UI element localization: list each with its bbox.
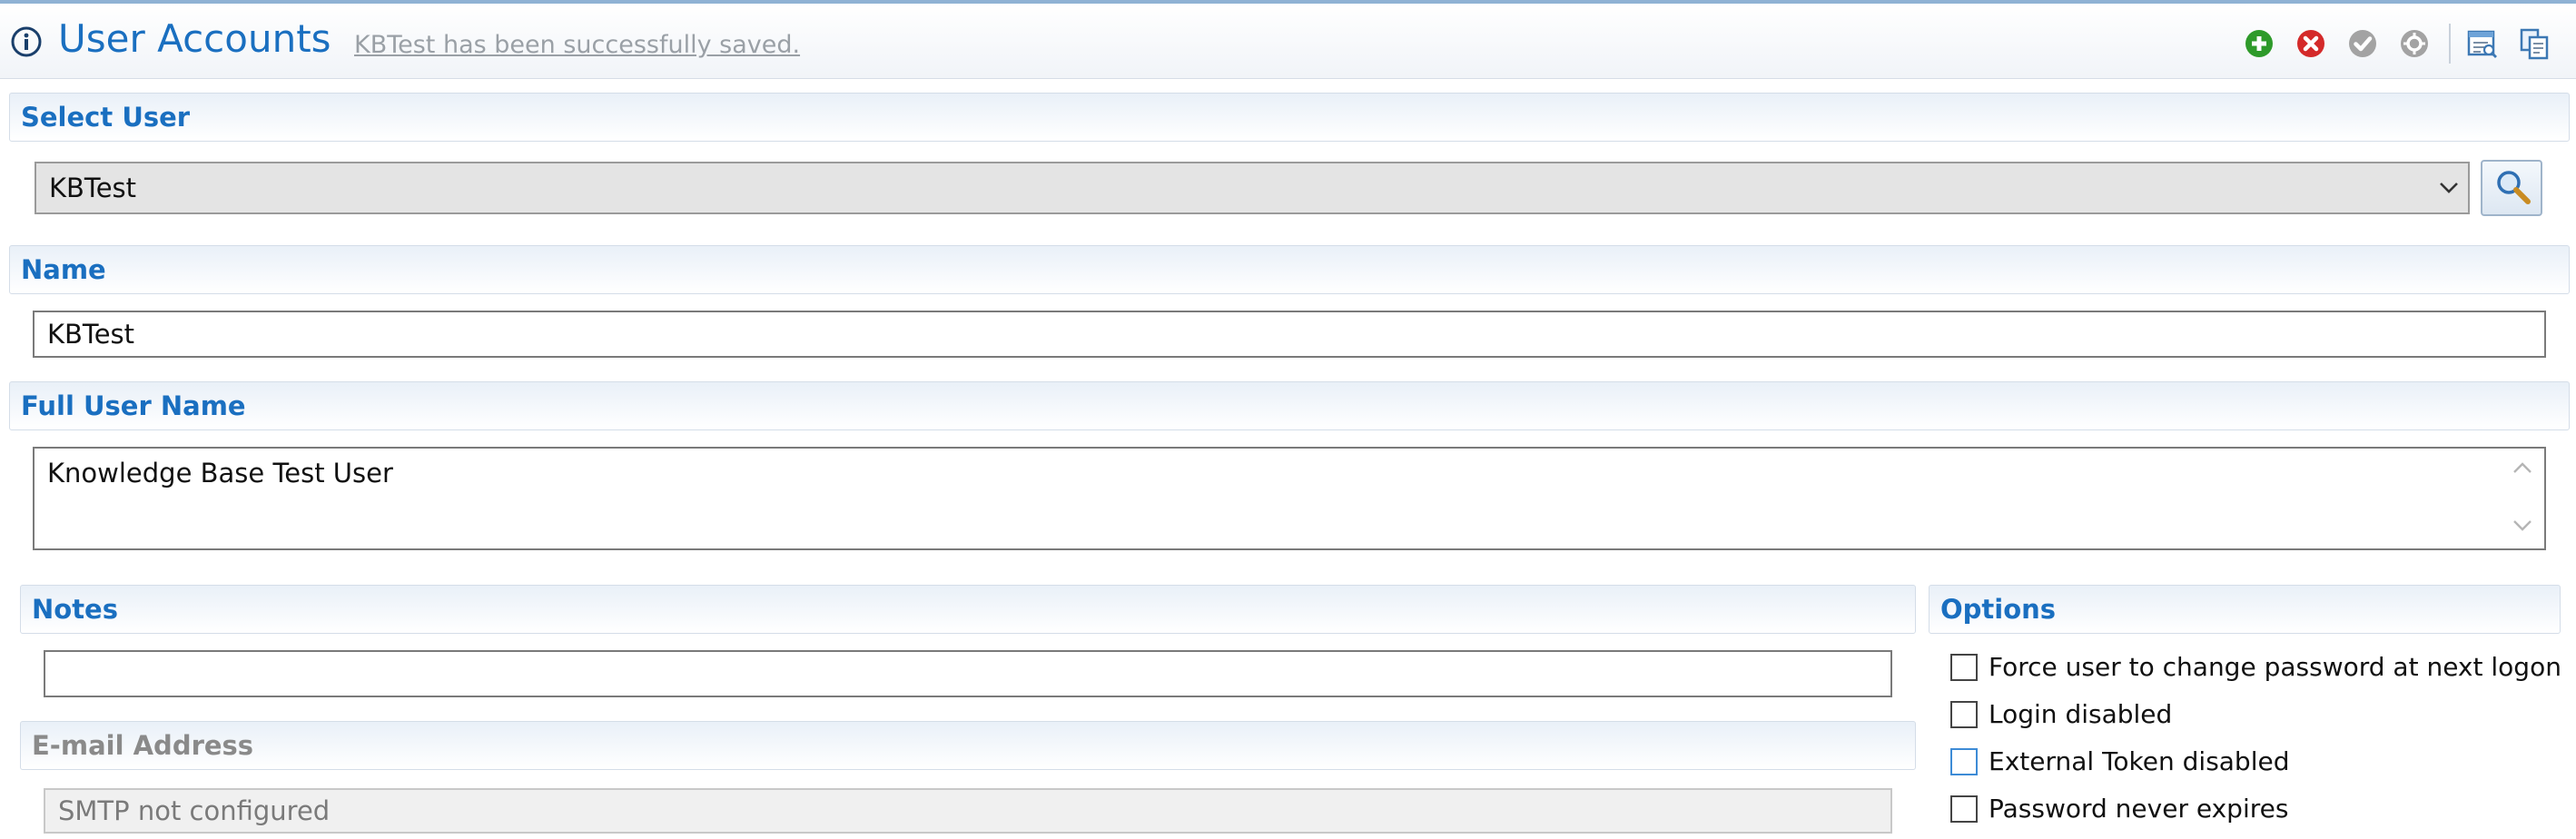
- user-select-dropdown[interactable]: KBTest: [35, 162, 2470, 214]
- scroll-up-icon[interactable]: [2512, 461, 2533, 474]
- scroll-down-icon[interactable]: [2512, 519, 2533, 532]
- settings-icon: [2401, 30, 2428, 57]
- report-icon: [2467, 30, 2497, 58]
- force-password-change-checkbox[interactable]: [1950, 654, 1978, 681]
- search-icon: [2497, 171, 2531, 204]
- option-external-token-disabled[interactable]: External Token disabled: [1950, 745, 2314, 781]
- name-label: Name: [21, 254, 106, 285]
- options-section: Options: [1929, 585, 2561, 634]
- copy-button[interactable]: [2518, 27, 2551, 60]
- external-token-disabled-checkbox[interactable]: [1950, 748, 1978, 775]
- full-user-name-label: Full User Name: [21, 390, 246, 421]
- email-section: E-mail Address: [20, 721, 1916, 770]
- full-user-name-section: Full User Name: [9, 381, 2570, 430]
- notes-field[interactable]: [44, 650, 1892, 697]
- full-user-name-field[interactable]: Knowledge Base Test User: [33, 447, 2546, 550]
- select-user-section: Select User: [9, 93, 2570, 142]
- info-icon: [11, 26, 42, 57]
- settings-button[interactable]: [2398, 27, 2431, 60]
- email-value: SMTP not configured: [58, 795, 331, 826]
- password-never-expires-checkbox[interactable]: [1950, 795, 1978, 823]
- notes-label: Notes: [32, 594, 118, 625]
- chevron-down-icon[interactable]: [2439, 182, 2459, 194]
- option-force-password-change[interactable]: Force user to change password at next lo…: [1950, 650, 2561, 686]
- page-title: User Accounts: [58, 16, 331, 61]
- login-disabled-label: Login disabled: [1989, 699, 2173, 729]
- full-user-name-value: Knowledge Base Test User: [47, 458, 393, 489]
- add-button[interactable]: [2243, 27, 2275, 60]
- login-disabled-checkbox[interactable]: [1950, 701, 1978, 728]
- delete-icon: [2297, 30, 2324, 57]
- confirm-button[interactable]: [2346, 27, 2379, 60]
- user-select-value: KBTest: [49, 173, 137, 203]
- option-password-never-expires[interactable]: Password never expires: [1950, 792, 2314, 828]
- search-user-button[interactable]: [2481, 160, 2542, 216]
- email-field: SMTP not configured: [44, 788, 1892, 834]
- delete-button[interactable]: [2295, 27, 2327, 60]
- external-token-disabled-label: External Token disabled: [1989, 746, 2290, 776]
- name-value: KBTest: [47, 319, 135, 350]
- add-icon: [2245, 30, 2273, 57]
- copy-icon: [2520, 28, 2549, 60]
- toolbar-divider: [2449, 24, 2451, 64]
- force-password-change-label: Force user to change password at next lo…: [1989, 652, 2561, 682]
- password-never-expires-label: Password never expires: [1989, 794, 2289, 824]
- name-section: Name: [9, 245, 2570, 294]
- option-login-disabled[interactable]: Login disabled: [1950, 697, 2314, 734]
- options-label: Options: [1940, 594, 2057, 625]
- user-accounts-window: User Accounts KBTest has been successful…: [0, 0, 2576, 839]
- header-bar: User Accounts KBTest has been successful…: [0, 4, 2576, 79]
- notes-section: Notes: [20, 585, 1916, 634]
- status-message[interactable]: KBTest has been successfully saved.: [354, 31, 800, 59]
- name-field[interactable]: KBTest: [33, 311, 2546, 358]
- confirm-icon: [2349, 30, 2376, 57]
- select-user-label: Select User: [21, 102, 191, 133]
- report-button[interactable]: [2466, 27, 2499, 60]
- email-label: E-mail Address: [32, 730, 254, 761]
